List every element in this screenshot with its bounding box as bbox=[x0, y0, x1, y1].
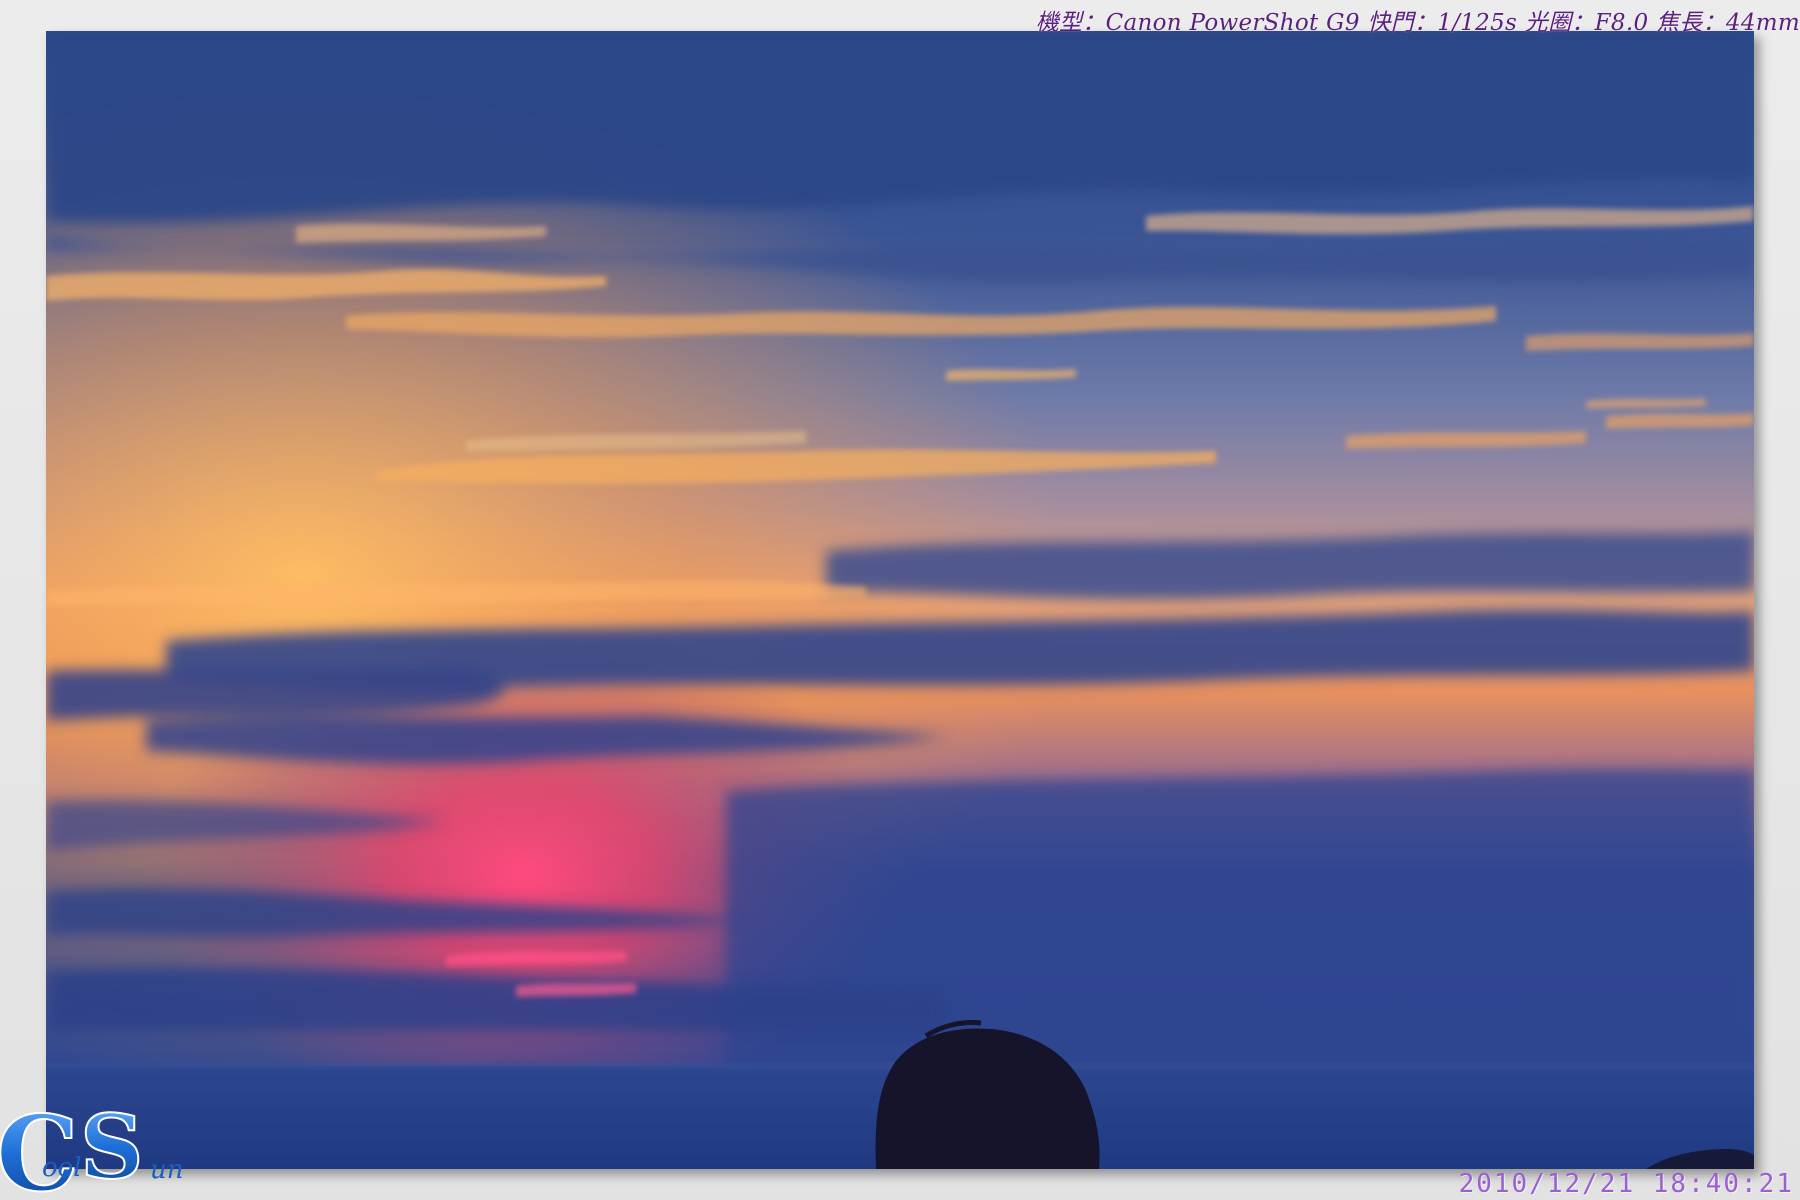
sunset-photo bbox=[46, 31, 1754, 1169]
logo-letter-c: C bbox=[0, 1092, 79, 1200]
photo-timestamp: 2010/12/21 18:40:21 bbox=[1458, 1169, 1794, 1199]
logo-text-ool: ool bbox=[42, 1153, 82, 1183]
exif-caption: 機型：Canon PowerShot G9 快門：1/125s 光圈：F8.0 … bbox=[1035, 10, 1800, 36]
logo-letter-s: S bbox=[80, 1095, 144, 1199]
logo-text-un: un bbox=[150, 1155, 184, 1185]
coolsun-logo-graphic: C S ool un bbox=[0, 1091, 184, 1200]
coolsun-logo: C S ool un bbox=[0, 1090, 200, 1200]
sunset-photo-drawing bbox=[46, 31, 1754, 1169]
